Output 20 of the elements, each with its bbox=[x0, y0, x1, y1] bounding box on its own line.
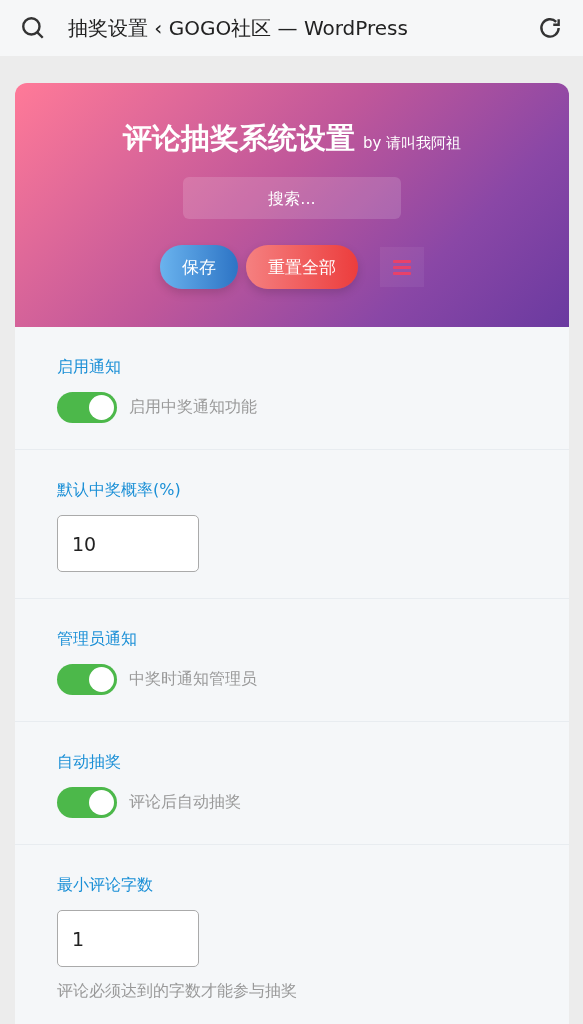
menu-icon[interactable] bbox=[380, 247, 424, 287]
setting-description: 启用中奖通知功能 bbox=[129, 397, 257, 418]
reload-icon[interactable] bbox=[537, 15, 563, 41]
setting-label: 最小评论字数 bbox=[57, 875, 154, 896]
settings-title: 评论抽奖系统设置 bbox=[122, 120, 355, 157]
page-title: 抽奖设置 ‹ GOGO社区 — WordPress bbox=[68, 14, 409, 42]
author-byline: by 请叫我阿祖 bbox=[362, 134, 462, 153]
setting-description: 中奖时通知管理员 bbox=[129, 669, 257, 690]
help-text: 评论必须达到的字数才能参与抽奖 bbox=[57, 981, 298, 1002]
setting-label: 自动抽奖 bbox=[57, 752, 122, 773]
setting-label: 默认中奖概率(%) bbox=[57, 480, 182, 501]
setting-description: 评论后自动抽奖 bbox=[129, 792, 241, 813]
toggle-switch[interactable] bbox=[57, 664, 117, 695]
setting-label: 启用通知 bbox=[57, 357, 122, 378]
toggle-switch[interactable] bbox=[57, 787, 117, 818]
number-field[interactable]: 1 bbox=[57, 910, 199, 967]
toggle-switch[interactable] bbox=[57, 392, 117, 423]
setting-label: 管理员通知 bbox=[57, 629, 138, 650]
number-field[interactable]: 10 bbox=[57, 515, 199, 572]
search-icon[interactable] bbox=[20, 15, 46, 41]
